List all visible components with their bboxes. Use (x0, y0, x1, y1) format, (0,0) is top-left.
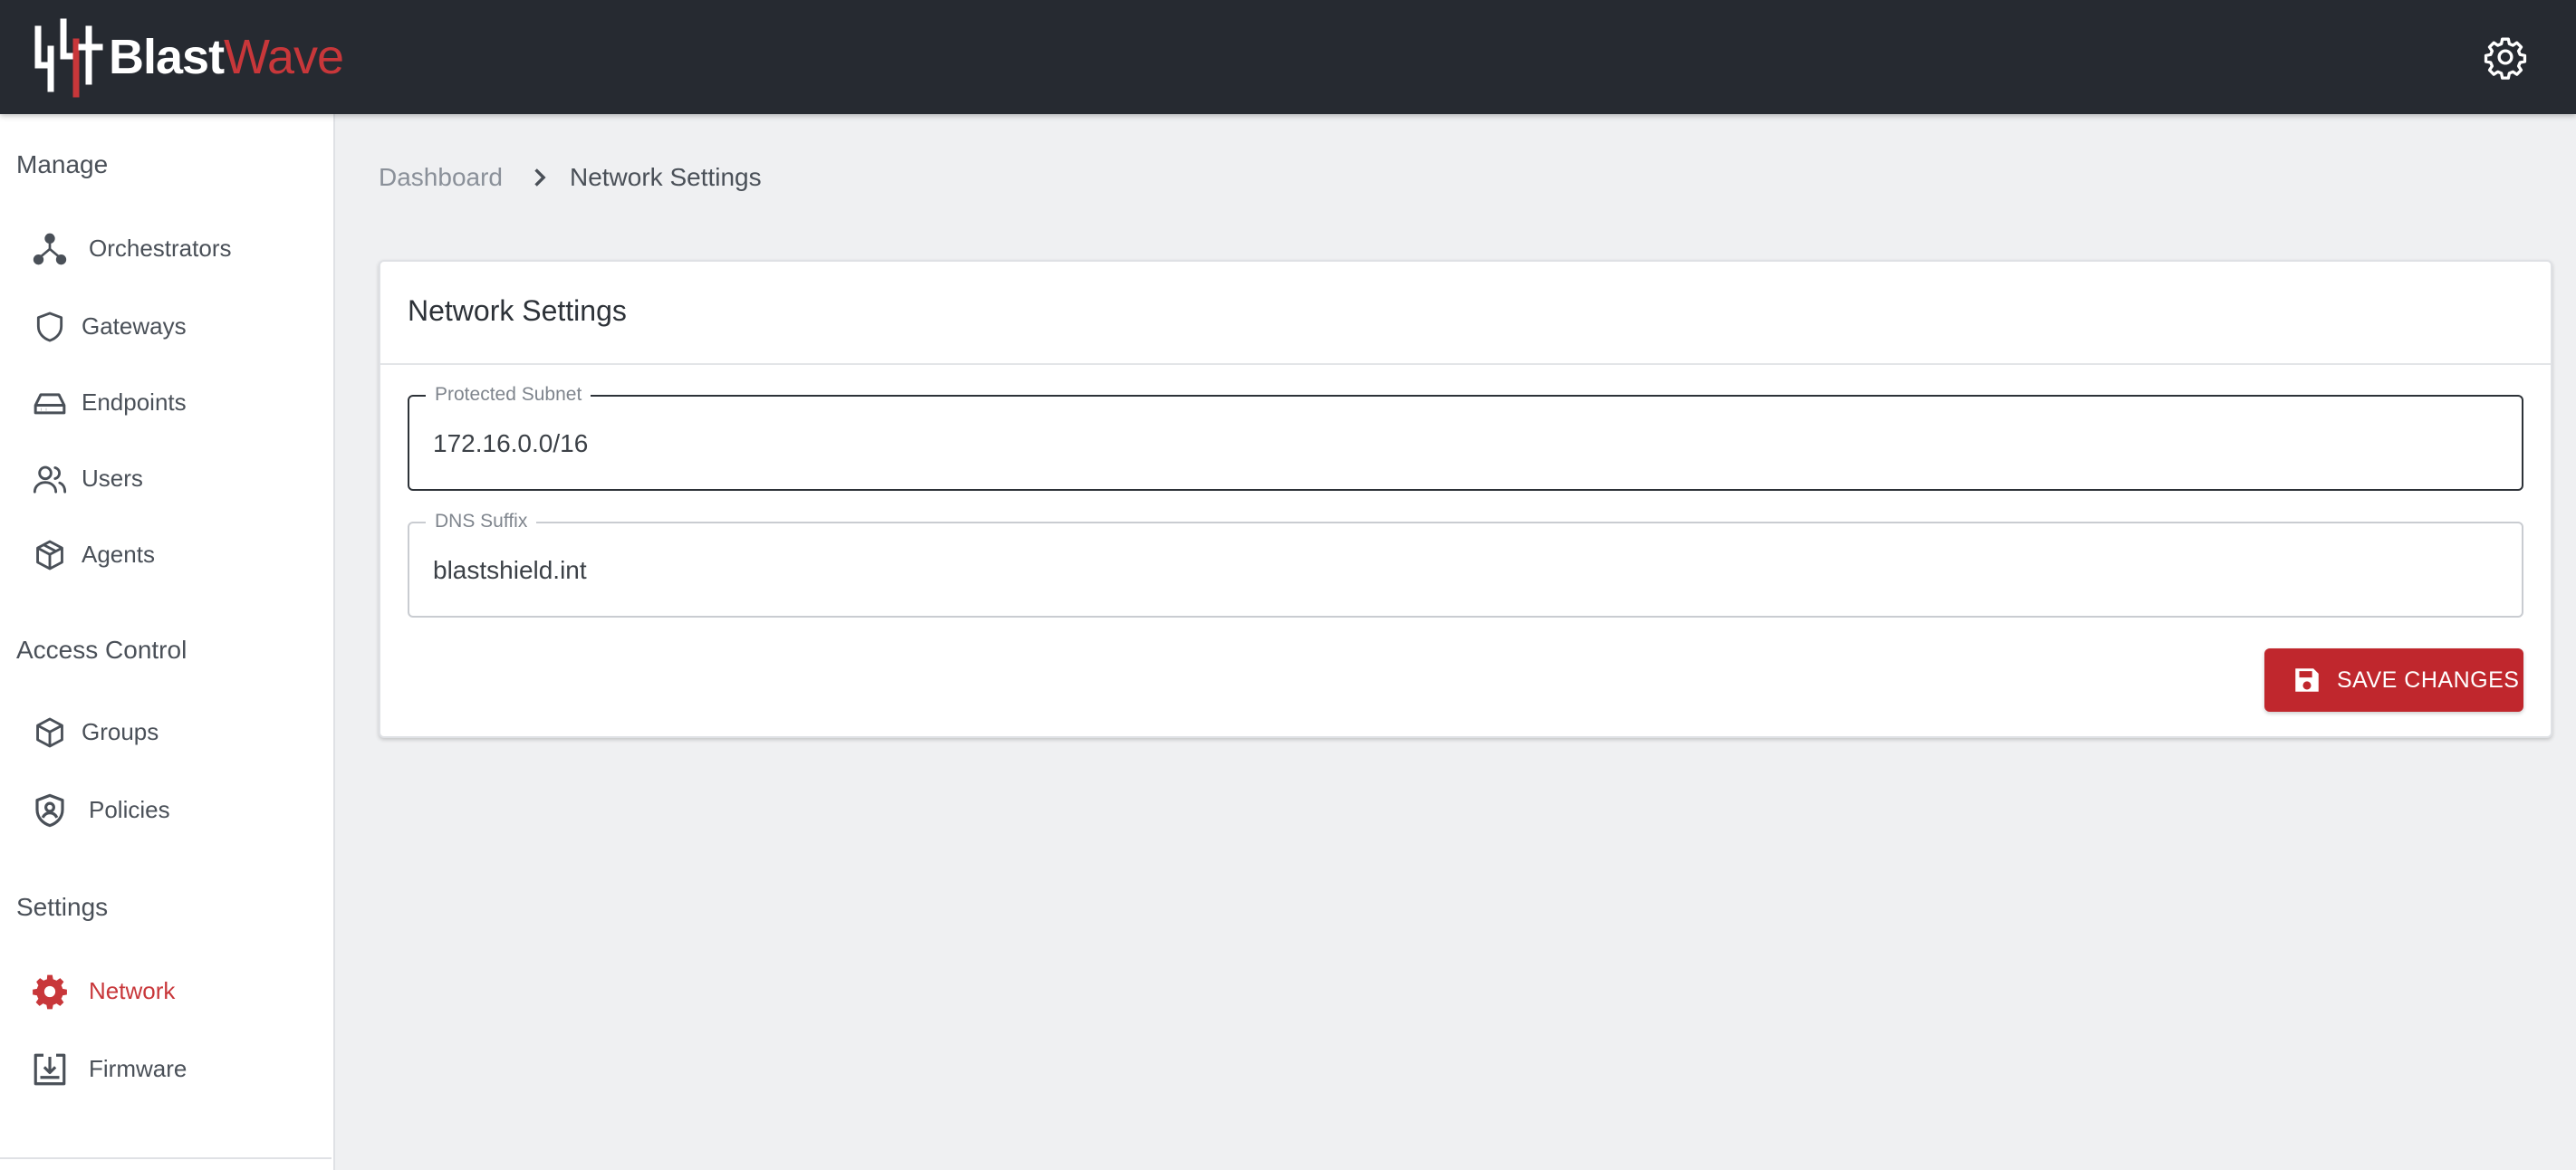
sidebar: Manage Orchestrators Gateways Endpoints (0, 114, 335, 1170)
network-settings-card: Network Settings Protected Subnet DNS Su… (379, 260, 2552, 738)
sidebar-item-label: Network (89, 976, 176, 1004)
download-tray-icon (31, 1050, 69, 1088)
card-title: Network Settings (408, 294, 627, 327)
protected-subnet-input[interactable] (433, 424, 2480, 464)
section-title-access-control: Access Control (16, 636, 187, 664)
dns-suffix-label: DNS Suffix (426, 511, 537, 532)
cube-icon (31, 536, 69, 574)
sidebar-item-users[interactable]: Users (0, 446, 332, 511)
floppy-disk-icon (2295, 668, 2319, 692)
sidebar-item-label: Firmware (89, 1054, 187, 1082)
gear-icon (31, 973, 69, 1011)
sidebar-item-network[interactable]: Network (0, 958, 332, 1023)
sidebar-item-groups[interactable]: Groups (0, 699, 332, 764)
blastwave-logo[interactable]: BlastWave (33, 13, 344, 101)
sidebar-item-label: Groups (82, 717, 159, 745)
sidebar-item-policies[interactable]: Policies (0, 777, 332, 842)
protected-subnet-label: Protected Subnet (426, 384, 591, 406)
sidebar-item-label: Endpoints (82, 388, 187, 416)
sidebar-divider (0, 1157, 332, 1159)
section-title-settings: Settings (16, 893, 109, 921)
sidebar-item-label: Orchestrators (89, 234, 232, 262)
network-hub-icon (31, 230, 69, 268)
sidebar-item-gateways[interactable]: Gateways (0, 293, 332, 359)
breadcrumb-current: Network Settings (569, 163, 762, 191)
sidebar-item-orchestrators[interactable]: Orchestrators (0, 216, 332, 281)
chevron-right-icon (530, 167, 548, 188)
protected-subnet-field[interactable]: Protected Subnet (408, 384, 2523, 491)
brand-name-part2: Wave (224, 30, 344, 84)
sidebar-item-label: Gateways (82, 312, 187, 340)
save-changes-label: SAVE CHANGES (2337, 667, 2520, 693)
top-bar: BlastWave (0, 0, 2576, 114)
sidebar-item-label: Users (82, 464, 143, 492)
sidebar-item-label: Agents (82, 540, 155, 568)
dns-suffix-input[interactable] (433, 551, 2480, 590)
users-icon (31, 460, 69, 498)
sidebar-item-agents[interactable]: Agents (0, 522, 332, 587)
sidebar-item-firmware[interactable]: Firmware (0, 1036, 332, 1101)
sidebar-item-endpoints[interactable]: Endpoints (0, 369, 332, 435)
gear-icon (2484, 37, 2527, 80)
shield-user-icon (31, 791, 69, 830)
card-divider (380, 363, 2551, 365)
save-changes-button[interactable]: SAVE CHANGES (2264, 648, 2523, 712)
breadcrumb-dashboard-link[interactable]: Dashboard (379, 163, 503, 192)
dns-suffix-field[interactable]: DNS Suffix (408, 511, 2523, 618)
brand-wordmark: BlastWave (109, 30, 344, 84)
shield-icon (31, 308, 69, 346)
breadcrumb: Dashboard Network Settings (379, 159, 762, 196)
section-title-manage: Manage (16, 150, 109, 178)
header-settings-button[interactable] (2478, 30, 2533, 84)
brand-name-part1: Blast (109, 30, 225, 84)
cube-icon (31, 714, 69, 752)
sidebar-item-label: Policies (89, 795, 170, 823)
hard-drive-icon (31, 384, 69, 422)
blastwave-logo-icon (34, 18, 103, 98)
